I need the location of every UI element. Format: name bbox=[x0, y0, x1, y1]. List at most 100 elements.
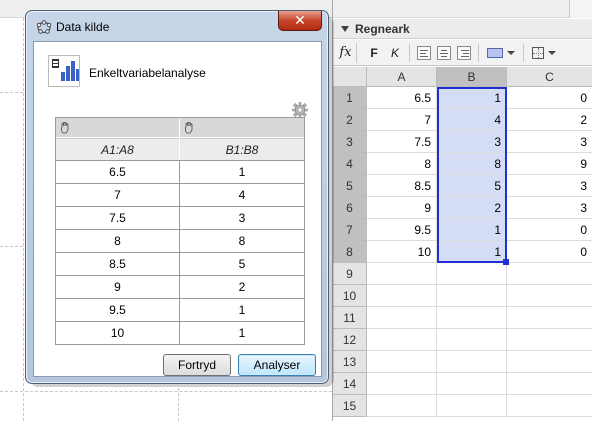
table-cell[interactable]: 8.5 bbox=[56, 253, 180, 275]
spreadsheet-cell[interactable] bbox=[437, 263, 507, 285]
spreadsheet-cell[interactable]: 8 bbox=[367, 153, 437, 175]
spreadsheet-cell[interactable] bbox=[507, 263, 592, 285]
spreadsheet-cell[interactable] bbox=[367, 307, 437, 329]
spreadsheet-cell[interactable]: 0 bbox=[507, 219, 592, 241]
spreadsheet-cell[interactable] bbox=[367, 395, 437, 417]
fx-button[interactable]: fx bbox=[335, 42, 357, 63]
spreadsheet-cell[interactable] bbox=[367, 263, 437, 285]
table-cell[interactable]: 6.5 bbox=[56, 161, 180, 183]
spreadsheet-cell[interactable] bbox=[437, 373, 507, 395]
spreadsheet-titlebar[interactable]: Regneark bbox=[333, 19, 592, 39]
spreadsheet-cell[interactable] bbox=[437, 395, 507, 417]
table-cell[interactable]: 10 bbox=[56, 322, 180, 344]
spreadsheet-cell[interactable]: 0 bbox=[507, 241, 592, 263]
spreadsheet-cell[interactable] bbox=[437, 285, 507, 307]
spreadsheet-cell[interactable] bbox=[507, 329, 592, 351]
row-header[interactable]: 12 bbox=[333, 329, 367, 351]
align-center-button[interactable] bbox=[434, 43, 454, 63]
column-header-b[interactable]: B bbox=[437, 67, 507, 87]
collapse-triangle-icon[interactable] bbox=[341, 25, 349, 32]
table-cell[interactable]: 1 bbox=[180, 299, 304, 321]
spreadsheet-cell[interactable]: 9.5 bbox=[367, 219, 437, 241]
table-cell[interactable]: 9 bbox=[56, 276, 180, 298]
table-cell[interactable]: 8 bbox=[180, 230, 304, 252]
row-header[interactable]: 1 bbox=[333, 87, 367, 109]
row-header[interactable]: 15 bbox=[333, 395, 367, 417]
table-cell[interactable]: 4 bbox=[180, 184, 304, 206]
hand-icon[interactable] bbox=[56, 118, 179, 138]
table-cell[interactable]: 3 bbox=[180, 207, 304, 229]
spreadsheet-cell[interactable]: 1 bbox=[437, 219, 507, 241]
row-header[interactable]: 7 bbox=[333, 219, 367, 241]
spreadsheet-cell[interactable]: 3 bbox=[437, 131, 507, 153]
corner-cell[interactable] bbox=[333, 67, 367, 87]
spreadsheet-cell[interactable] bbox=[367, 351, 437, 373]
hand-icon[interactable] bbox=[180, 118, 304, 138]
spreadsheet-cell[interactable]: 2 bbox=[437, 197, 507, 219]
table-cell[interactable]: 7.5 bbox=[56, 207, 180, 229]
spreadsheet-cell[interactable] bbox=[507, 373, 592, 395]
border-button[interactable] bbox=[528, 43, 560, 63]
spreadsheet-cell[interactable]: 0 bbox=[507, 87, 592, 109]
table-cell[interactable]: 9.5 bbox=[56, 299, 180, 321]
spreadsheet-cell[interactable] bbox=[507, 351, 592, 373]
spreadsheet-cell[interactable]: 3 bbox=[507, 197, 592, 219]
row-header[interactable]: 5 bbox=[333, 175, 367, 197]
spreadsheet-cell[interactable]: 5 bbox=[437, 175, 507, 197]
row-header[interactable]: 3 bbox=[333, 131, 367, 153]
spreadsheet-cell[interactable] bbox=[437, 307, 507, 329]
one-variable-analysis-icon[interactable] bbox=[48, 55, 80, 87]
table-cell[interactable]: 2 bbox=[180, 276, 304, 298]
table-cell[interactable]: 8 bbox=[56, 230, 180, 252]
spreadsheet-cell[interactable] bbox=[507, 285, 592, 307]
row-header[interactable]: 13 bbox=[333, 351, 367, 373]
fill-handle[interactable] bbox=[503, 259, 509, 265]
spreadsheet-cell[interactable]: 9 bbox=[367, 197, 437, 219]
align-left-button[interactable] bbox=[414, 43, 434, 63]
spreadsheet-cell[interactable] bbox=[507, 307, 592, 329]
spreadsheet-cell[interactable]: 6.5 bbox=[367, 87, 437, 109]
column-range-a[interactable]: A1:A8 bbox=[56, 138, 179, 160]
spreadsheet-cell[interactable]: 8 bbox=[437, 153, 507, 175]
row-header[interactable]: 8 bbox=[333, 241, 367, 263]
column-header-a[interactable]: A bbox=[367, 67, 437, 87]
spreadsheet-cell[interactable] bbox=[437, 329, 507, 351]
spreadsheet-cell[interactable]: 1 bbox=[437, 241, 507, 263]
spreadsheet-cell[interactable]: 2 bbox=[507, 109, 592, 131]
close-button[interactable]: ✕ bbox=[278, 11, 322, 31]
align-right-button[interactable] bbox=[454, 43, 474, 63]
row-header[interactable]: 4 bbox=[333, 153, 367, 175]
row-header[interactable]: 9 bbox=[333, 263, 367, 285]
gear-icon[interactable] bbox=[292, 102, 308, 118]
table-cell[interactable]: 5 bbox=[180, 253, 304, 275]
spreadsheet-cell[interactable] bbox=[367, 373, 437, 395]
row-header[interactable]: 2 bbox=[333, 109, 367, 131]
column-header-c[interactable]: C bbox=[507, 67, 592, 87]
column-range-b[interactable]: B1:B8 bbox=[180, 138, 304, 160]
spreadsheet-cell[interactable] bbox=[507, 395, 592, 417]
bold-button[interactable]: F bbox=[363, 43, 385, 63]
cancel-button[interactable]: Fortryd bbox=[163, 354, 231, 376]
dialog-titlebar[interactable]: Data kilde bbox=[36, 17, 109, 37]
spreadsheet-cell[interactable]: 3 bbox=[507, 131, 592, 153]
spreadsheet-cell[interactable]: 10 bbox=[367, 241, 437, 263]
spreadsheet-cell[interactable] bbox=[367, 329, 437, 351]
italic-button[interactable]: K bbox=[385, 43, 405, 63]
table-cell[interactable]: 1 bbox=[180, 161, 304, 183]
spreadsheet-cell[interactable]: 3 bbox=[507, 175, 592, 197]
spreadsheet-cell[interactable]: 4 bbox=[437, 109, 507, 131]
spreadsheet-cell[interactable]: 7 bbox=[367, 109, 437, 131]
background-color-button[interactable] bbox=[483, 43, 519, 63]
spreadsheet-cell[interactable]: 8.5 bbox=[367, 175, 437, 197]
table-cell[interactable]: 7 bbox=[56, 184, 180, 206]
spreadsheet-cell[interactable] bbox=[367, 285, 437, 307]
spreadsheet-cell[interactable]: 1 bbox=[437, 87, 507, 109]
spreadsheet-cell[interactable] bbox=[437, 351, 507, 373]
row-header[interactable]: 14 bbox=[333, 373, 367, 395]
row-header[interactable]: 6 bbox=[333, 197, 367, 219]
row-header[interactable]: 10 bbox=[333, 285, 367, 307]
spreadsheet-cell[interactable]: 9 bbox=[507, 153, 592, 175]
analyze-button[interactable]: Analyser bbox=[238, 354, 316, 376]
spreadsheet-cell[interactable]: 7.5 bbox=[367, 131, 437, 153]
row-header[interactable]: 11 bbox=[333, 307, 367, 329]
